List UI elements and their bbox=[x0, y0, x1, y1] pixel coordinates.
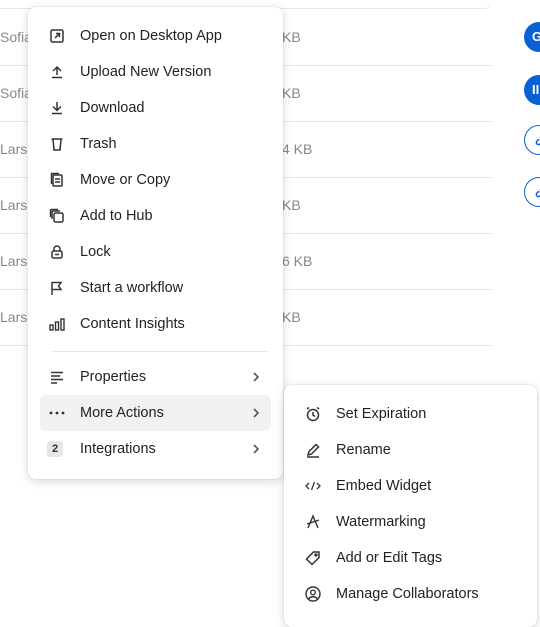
menu-item-label: Trash bbox=[80, 136, 117, 152]
menu-item-label: Lock bbox=[80, 244, 111, 260]
hub-icon bbox=[48, 207, 66, 225]
row-size: KB bbox=[282, 85, 301, 101]
flag-icon bbox=[48, 279, 66, 297]
menu-item-label: Integrations bbox=[80, 441, 156, 457]
collaborator-avatar[interactable]: G bbox=[524, 22, 540, 52]
context-menu: Open on Desktop App Upload New Version D… bbox=[28, 7, 283, 479]
tag-icon bbox=[304, 549, 322, 567]
menu-item-rename[interactable]: Rename bbox=[296, 432, 525, 468]
row-size: 4 KB bbox=[282, 141, 313, 157]
collaborators-icon bbox=[304, 585, 322, 603]
menu-item-label: Set Expiration bbox=[336, 406, 427, 422]
integrations-count-badge: 2 bbox=[47, 441, 63, 457]
menu-item-label: Properties bbox=[80, 369, 147, 385]
row-size: 6 KB bbox=[282, 253, 313, 269]
row-owner: Lars bbox=[0, 141, 28, 157]
menu-item-start-workflow[interactable]: Start a workflow bbox=[40, 270, 271, 306]
watermark-icon bbox=[304, 513, 322, 531]
menu-item-label: Move or Copy bbox=[80, 172, 171, 188]
row-owner: Lars bbox=[0, 197, 28, 213]
menu-item-open-desktop-app[interactable]: Open on Desktop App bbox=[40, 18, 271, 54]
download-icon bbox=[48, 99, 66, 117]
menu-item-label: Watermarking bbox=[336, 514, 426, 530]
shared-link-badge[interactable] bbox=[524, 177, 540, 207]
lock-icon bbox=[48, 243, 66, 261]
menu-item-label: Content Insights bbox=[80, 316, 185, 332]
bar-chart-icon bbox=[48, 315, 66, 333]
menu-item-manage-collaborators[interactable]: Manage Collaborators bbox=[296, 576, 525, 612]
alarm-clock-icon bbox=[304, 405, 322, 423]
menu-item-integrations[interactable]: 2 Integrations bbox=[40, 431, 271, 467]
menu-item-more-actions[interactable]: More Actions bbox=[40, 395, 271, 431]
collaborator-avatar[interactable]: II bbox=[524, 75, 540, 105]
list-icon bbox=[48, 368, 66, 386]
menu-item-add-edit-tags[interactable]: Add or Edit Tags bbox=[296, 540, 525, 576]
menu-item-label: Upload New Version bbox=[80, 64, 212, 80]
menu-item-download[interactable]: Download bbox=[40, 90, 271, 126]
menu-item-lock[interactable]: Lock bbox=[40, 234, 271, 270]
upload-icon bbox=[48, 63, 66, 81]
menu-item-upload-new-version[interactable]: Upload New Version bbox=[40, 54, 271, 90]
menu-item-embed-widget[interactable]: Embed Widget bbox=[296, 468, 525, 504]
menu-item-label: More Actions bbox=[80, 405, 164, 421]
pencil-icon bbox=[304, 441, 322, 459]
code-icon bbox=[304, 477, 322, 495]
menu-item-label: Rename bbox=[336, 442, 391, 458]
menu-item-properties[interactable]: Properties bbox=[40, 359, 271, 395]
shared-link-badge[interactable] bbox=[524, 125, 540, 155]
chevron-right-icon bbox=[249, 369, 263, 385]
chevron-right-icon bbox=[249, 405, 263, 421]
menu-item-add-to-hub[interactable]: Add to Hub bbox=[40, 198, 271, 234]
menu-item-label: Add to Hub bbox=[80, 208, 153, 224]
menu-divider bbox=[52, 351, 267, 352]
row-size: KB bbox=[282, 29, 301, 45]
row-size: KB bbox=[282, 197, 301, 213]
row-owner: Lars bbox=[0, 309, 28, 325]
menu-item-label: Open on Desktop App bbox=[80, 28, 222, 44]
menu-item-move-or-copy[interactable]: Move or Copy bbox=[40, 162, 271, 198]
menu-item-content-insights[interactable]: Content Insights bbox=[40, 306, 271, 342]
link-icon bbox=[531, 188, 540, 203]
menu-item-set-expiration[interactable]: Set Expiration bbox=[296, 396, 525, 432]
menu-item-watermarking[interactable]: Watermarking bbox=[296, 504, 525, 540]
more-actions-submenu: Set Expiration Rename Embed Widget Water… bbox=[284, 385, 537, 627]
menu-item-label: Start a workflow bbox=[80, 280, 184, 296]
copy-icon bbox=[48, 171, 66, 189]
menu-item-label: Add or Edit Tags bbox=[336, 550, 443, 566]
menu-item-label: Download bbox=[80, 100, 145, 116]
chevron-right-icon bbox=[249, 441, 263, 457]
row-size: KB bbox=[282, 309, 301, 325]
external-open-icon bbox=[48, 27, 66, 45]
link-icon bbox=[531, 136, 540, 151]
menu-item-trash[interactable]: Trash bbox=[40, 126, 271, 162]
row-owner: Lars bbox=[0, 253, 28, 269]
menu-item-label: Manage Collaborators bbox=[336, 586, 479, 602]
menu-item-label: Embed Widget bbox=[336, 478, 432, 494]
more-dots-icon bbox=[48, 404, 66, 422]
trash-icon bbox=[48, 135, 66, 153]
